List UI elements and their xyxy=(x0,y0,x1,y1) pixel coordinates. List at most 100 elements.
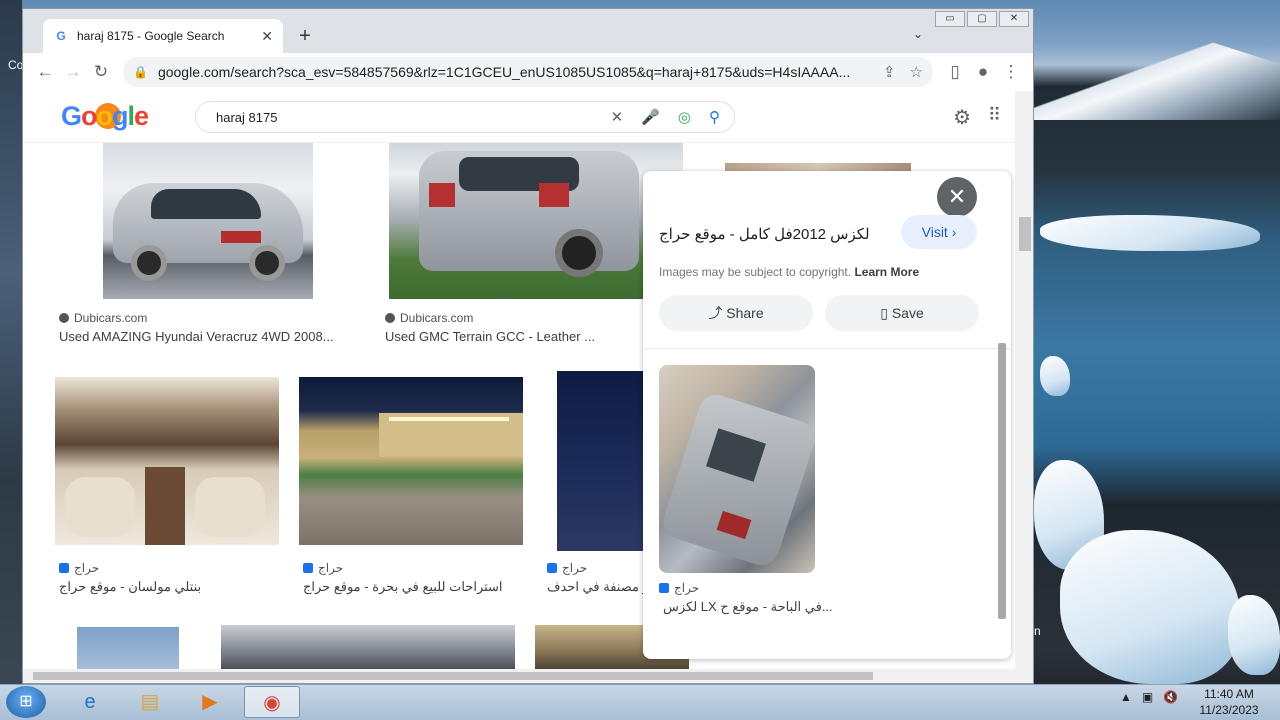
result-image-car-rear[interactable] xyxy=(221,625,515,675)
horizontal-scrollbar-thumb[interactable] xyxy=(33,672,873,680)
result-source[interactable]: حراج xyxy=(547,561,587,575)
result-source[interactable]: حراج xyxy=(59,561,99,575)
network-icon[interactable]: ▣ xyxy=(1142,690,1153,704)
visit-button[interactable]: Visit › xyxy=(901,215,977,249)
lens-search-icon[interactable]: ◎ xyxy=(678,108,691,126)
search-box[interactable]: haraj 8175 ✕ 🎤 ◎ ⚲ xyxy=(195,101,735,133)
settings-gear-icon[interactable]: ⚙ xyxy=(953,105,971,130)
tab-search-button[interactable]: ⌄ xyxy=(913,27,923,41)
chrome-menu-icon[interactable]: ⋮ xyxy=(997,58,1025,86)
result-caption[interactable]: Used GMC Terrain GCC - Leather ... xyxy=(385,329,635,344)
google-favicon-icon: G xyxy=(56,29,66,43)
google-logo[interactable]: Google xyxy=(61,101,149,132)
car-taillight xyxy=(429,183,455,207)
car-taillight xyxy=(221,231,261,243)
search-icon[interactable]: ⚲ xyxy=(709,108,720,126)
related-image-lexus[interactable] xyxy=(659,365,815,573)
internet-explorer-icon[interactable]: e xyxy=(62,686,118,718)
result-source[interactable]: Dubicars.com xyxy=(385,311,473,325)
share-icon: ⤴ xyxy=(708,305,727,321)
result-source[interactable]: حراج xyxy=(303,561,343,575)
car-wheel xyxy=(131,245,167,281)
result-image-gmc[interactable] xyxy=(389,143,683,299)
panel-scrollbar-thumb[interactable] xyxy=(998,343,1006,619)
close-icon[interactable]: ✕ xyxy=(937,177,977,217)
bookmark-star-icon[interactable]: ☆ xyxy=(910,63,923,81)
source-label: حراج xyxy=(74,561,100,575)
source-label: Dubicars.com xyxy=(74,311,148,325)
new-tab-button[interactable]: + xyxy=(293,25,317,49)
source-label: Dubicars.com xyxy=(400,311,474,325)
google-images-page: Google haraj 8175 ✕ 🎤 ◎ ⚲ ⚙ ⠿ Dubicars.c… xyxy=(23,91,1015,675)
related-caption[interactable]: لكزس LX في الباحة - موقع ح... xyxy=(663,599,833,615)
logo-letter: o xyxy=(96,101,113,131)
tab-close-icon[interactable]: ✕ xyxy=(261,28,273,45)
apps-grid-icon[interactable]: ⠿ xyxy=(988,105,1001,126)
learn-more-link[interactable]: Learn More xyxy=(854,265,919,279)
result-caption[interactable]: Used AMAZING Hyundai Veracruz 4WD 2008..… xyxy=(59,329,359,344)
forward-icon[interactable]: → xyxy=(59,58,87,86)
back-icon[interactable]: ← xyxy=(31,58,59,86)
voice-search-icon[interactable]: 🎤 xyxy=(641,108,660,126)
tab-title: haraj 8175 - Google Search xyxy=(77,29,225,43)
page-vertical-scrollbar[interactable] xyxy=(1015,91,1033,675)
seat-shape xyxy=(195,477,265,537)
panel-title[interactable]: لكزس 2012فل كامل - موقع حراج xyxy=(659,225,870,243)
wallpaper-ice xyxy=(1040,356,1070,396)
result-caption[interactable]: بنتلي مولسان - موقع حراج xyxy=(59,579,279,595)
profile-icon[interactable]: ● xyxy=(969,58,997,86)
source-label: حراج xyxy=(674,581,700,595)
search-input[interactable]: haraj 8175 xyxy=(216,110,593,125)
result-source[interactable]: Dubicars.com xyxy=(59,311,147,325)
haraj-favicon-icon xyxy=(547,563,557,573)
address-bar[interactable]: 🔒 google.com/search?sca_esv=584857569&rl… xyxy=(123,57,933,87)
file-explorer-icon[interactable]: ▤ xyxy=(122,686,178,718)
share-button[interactable]: ⤴ Share xyxy=(659,295,813,331)
source-label: حراج xyxy=(562,561,588,575)
car-shape xyxy=(659,390,815,570)
chrome-taskbar-icon[interactable]: ◉ xyxy=(244,686,300,718)
page-scrollbar-thumb[interactable] xyxy=(1019,217,1031,251)
show-hidden-icons-icon[interactable]: ▲ xyxy=(1120,690,1132,704)
result-image-night[interactable] xyxy=(557,371,643,551)
copyright-notice: Images may be subject to copyright. Lear… xyxy=(659,265,919,279)
result-image-sky[interactable] xyxy=(77,627,179,675)
google-header: Google haraj 8175 ✕ 🎤 ◎ ⚲ ⚙ ⠿ xyxy=(23,91,1015,143)
logo-letter: o xyxy=(81,101,97,131)
result-caption[interactable]: ر مصنفة في احدف... xyxy=(547,579,643,595)
logo-letter: G xyxy=(61,101,82,131)
result-caption[interactable]: استراحات للبيع في بحرة - موقع حراج xyxy=(303,579,523,595)
haraj-favicon-icon xyxy=(659,583,669,593)
reload-icon[interactable]: ↻ xyxy=(87,58,115,86)
haraj-favicon-icon xyxy=(303,563,313,573)
tab-google-search[interactable]: G haraj 8175 - Google Search ✕ xyxy=(43,19,283,53)
related-source[interactable]: حراج xyxy=(659,581,699,595)
desktop-icon-label[interactable]: n xyxy=(1034,624,1041,638)
save-button[interactable]: ▯ Save xyxy=(825,295,979,331)
seat-shape xyxy=(65,477,135,537)
result-image-rest-house[interactable] xyxy=(299,377,523,545)
logo-letter: e xyxy=(134,101,149,131)
copyright-text: Images may be subject to copyright. xyxy=(659,265,852,279)
clock-time: 11:40 AM xyxy=(1204,687,1254,701)
car-wheel xyxy=(249,245,285,281)
url-text[interactable]: google.com/search?sca_esv=584857569&rlz=… xyxy=(158,64,869,80)
start-button[interactable]: ⊞ xyxy=(6,686,46,718)
save-label: Save xyxy=(891,305,924,321)
clear-search-icon[interactable]: ✕ xyxy=(611,108,624,126)
tab-strip: G haraj 8175 - Google Search ✕ + ⌄ xyxy=(23,9,1033,53)
side-panel-icon[interactable]: ▯ xyxy=(941,58,969,86)
source-favicon-icon xyxy=(385,313,395,323)
volume-muted-icon[interactable]: 🔇 xyxy=(1163,690,1178,704)
share-icon[interactable]: ⇪ xyxy=(883,63,896,81)
media-player-icon[interactable]: ▶ xyxy=(182,686,238,718)
result-image-bentley-interior[interactable] xyxy=(55,377,279,545)
bookmark-icon: ▯ xyxy=(880,305,892,321)
console-shape xyxy=(145,467,185,545)
source-favicon-icon xyxy=(59,313,69,323)
logo-letter: g xyxy=(112,101,128,131)
lock-icon[interactable]: 🔒 xyxy=(133,65,148,79)
browser-toolbar: ← → ↻ 🔒 google.com/search?sca_esv=584857… xyxy=(23,53,1033,91)
taskbar-clock[interactable]: 11:40 AM 11/23/2023 xyxy=(1194,686,1264,718)
result-image-hyundai[interactable] xyxy=(103,143,313,299)
